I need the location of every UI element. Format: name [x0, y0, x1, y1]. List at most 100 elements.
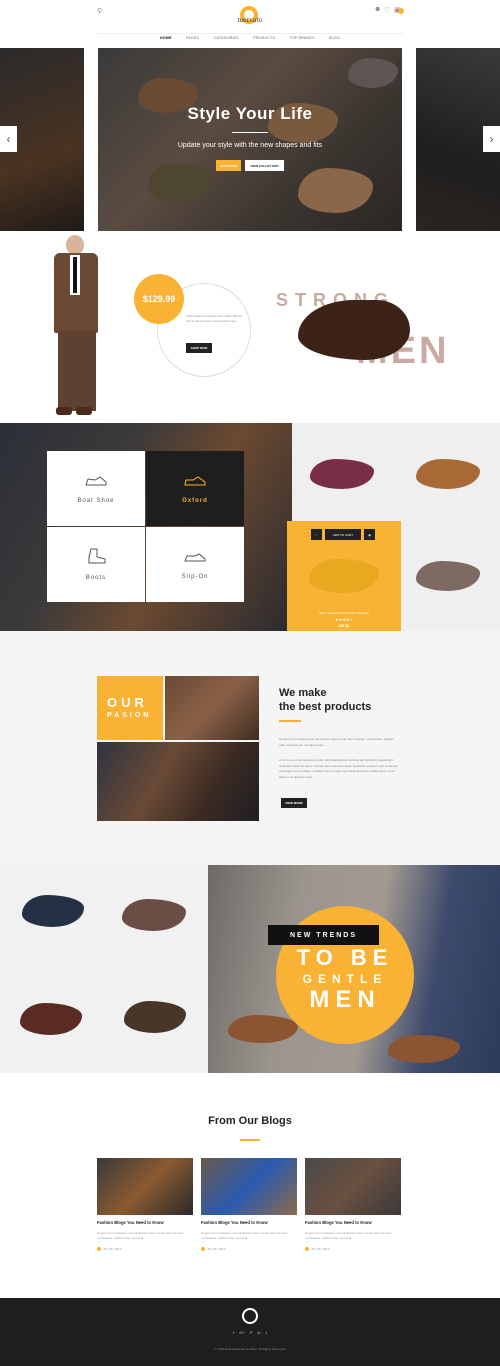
linkedin-icon[interactable]: in: [258, 1330, 261, 1335]
banner-shoe: [388, 1035, 460, 1063]
quick-view-button[interactable]: ◉: [364, 529, 375, 540]
hero-shoe: [298, 168, 373, 213]
blog-image[interactable]: [97, 1158, 193, 1215]
category-label: Boots: [85, 575, 107, 581]
promo-description: 100% Italian European luxe leather Shoes…: [186, 314, 243, 323]
product-shoe[interactable]: [416, 459, 480, 489]
heart-icon[interactable]: ♡: [384, 6, 390, 14]
calendar-icon: [305, 1247, 309, 1251]
our-pasion-box: OUR PASION: [97, 676, 163, 740]
logo-text[interactable]: mercato: [230, 17, 270, 24]
eye-icon: ◉: [368, 532, 371, 537]
pasion-text: PASION: [107, 712, 152, 719]
footer-logo[interactable]: [242, 1308, 258, 1324]
category-boat-shoe[interactable]: Boat Shoe: [47, 451, 145, 526]
about-paragraph-1: Neque porro quisquam est qui dolorem ips…: [279, 737, 394, 747]
boot-icon: [85, 548, 107, 569]
nav-products[interactable]: PRODUCTS: [253, 36, 275, 46]
nav-home[interactable]: HOME: [160, 36, 172, 46]
banner-shoe: [228, 1015, 298, 1043]
craftsman-image: [97, 742, 259, 821]
blog-meta: JUL 06 | 2016: [201, 1247, 226, 1251]
pinterest-icon[interactable]: P: [250, 1330, 253, 1335]
blog-title[interactable]: Fashion Blogs You Need to Know: [201, 1220, 301, 1225]
shoe-icon: [184, 550, 206, 568]
slider-prev-button[interactable]: ‹: [0, 126, 17, 152]
promo-shop-button[interactable]: SHOP NOW: [186, 343, 212, 353]
hero-divider: [232, 132, 268, 133]
product-name: Men's Classic Oxford Suede Brogues: [319, 611, 369, 615]
category-label: Oxford: [182, 497, 208, 504]
hero-banner: [98, 48, 402, 231]
add-to-cart-button[interactable]: ADD TO CART: [325, 529, 361, 540]
trend-line-1: TO BE: [296, 945, 394, 970]
hero-title: Style Your Life: [187, 104, 313, 123]
product-shoe[interactable]: [22, 895, 84, 927]
about-title: We make the best products: [279, 686, 399, 714]
copyright: © 2016 Emmercato Demo Store. All Rights …: [214, 1347, 286, 1351]
nav-top-brands[interactable]: TOP BRANDS: [289, 36, 314, 46]
search-icon[interactable]: ⚲: [97, 7, 102, 15]
blog-image[interactable]: [201, 1158, 297, 1215]
user-icon[interactable]: ☻: [374, 6, 381, 13]
product-shoe[interactable]: [310, 459, 374, 489]
heart-icon: ♡: [315, 532, 318, 537]
product-shoe[interactable]: [20, 1003, 82, 1035]
facebook-icon[interactable]: f: [233, 1330, 234, 1335]
product-shoe[interactable]: [124, 1001, 186, 1033]
nav-blog[interactable]: BLOG: [329, 36, 340, 46]
social-links: f G+ P in t: [200, 1330, 300, 1335]
monk-shoe-image: [298, 300, 410, 360]
view-collection-button[interactable]: VIEW COLLECTION: [245, 160, 284, 171]
blog-meta: JUL 06 | 2016: [305, 1247, 330, 1251]
calendar-icon: [201, 1247, 205, 1251]
trend-products: [0, 865, 208, 1073]
blogs-divider: [240, 1139, 260, 1141]
hero-shoe: [348, 58, 398, 88]
blog-meta: JUL 06 | 2016: [97, 1247, 122, 1251]
about-title-line2: the best products: [279, 701, 372, 713]
view-more-button[interactable]: VIEW MORE: [281, 798, 307, 808]
leather-image: [165, 676, 259, 740]
blog-image[interactable]: [305, 1158, 401, 1215]
blog-excerpt: Neque porro quisquam est qui dolorem ips…: [97, 1231, 184, 1240]
blogs-title: From Our Blogs: [208, 1115, 292, 1127]
chevron-left-icon: ‹: [6, 132, 11, 146]
rating-stars: ★★★★☆: [335, 617, 353, 622]
nav-pages[interactable]: PAGES: [186, 36, 199, 46]
category-label: Slip-On: [181, 573, 209, 580]
our-text: OUR: [107, 695, 148, 710]
product-shoe[interactable]: [122, 899, 186, 931]
featured-product-card[interactable]: ♡ ADD TO CART ◉ Men's Classic Oxford Sue…: [287, 521, 401, 635]
product-shoe-image: [309, 559, 379, 593]
calendar-icon: [97, 1247, 101, 1251]
about-paragraph-2: At vero eos et accusamus et iusto odio d…: [279, 758, 398, 779]
category-slip-on[interactable]: Slip-On: [146, 527, 244, 602]
trend-line-3: MEN: [309, 986, 381, 1013]
product-shoe[interactable]: [416, 561, 480, 591]
header-divider: [97, 33, 403, 34]
wishlist-button[interactable]: ♡: [311, 529, 322, 540]
product-price: $57.00: [338, 624, 350, 628]
blog-excerpt: Neque porro quisquam est qui dolorem ips…: [201, 1231, 288, 1240]
nav-categories[interactable]: CATEGORIES: [214, 36, 239, 46]
model-image: [48, 235, 112, 420]
category-boots[interactable]: Boots: [47, 527, 145, 602]
blog-excerpt: Neque porro quisquam est qui dolorem ips…: [305, 1231, 392, 1240]
trend-line-2: GENTLE: [302, 972, 388, 986]
twitter-icon[interactable]: t: [266, 1330, 267, 1335]
shop-now-button[interactable]: SHOP NOW: [216, 160, 241, 171]
shoe-icon: [85, 474, 107, 492]
new-trends-label: NEW TRENDS: [268, 925, 379, 945]
about-title-line1: We make: [279, 687, 327, 699]
blog-title[interactable]: Fashion Blogs You Need to Know: [97, 1220, 197, 1225]
chevron-right-icon: ›: [489, 132, 494, 146]
shoe-icon: [184, 474, 206, 492]
google-plus-icon[interactable]: G+: [239, 1330, 244, 1335]
slider-next-button[interactable]: ›: [483, 126, 500, 152]
hero-subtitle: Update your style with the new shapes an…: [177, 142, 323, 149]
blog-title[interactable]: Fashion Blogs You Need to Know: [305, 1220, 405, 1225]
blog-date: JUL 06 | 2016: [207, 1247, 226, 1251]
category-oxford[interactable]: Oxford: [146, 451, 244, 526]
promo-price: $129.99: [134, 274, 184, 324]
